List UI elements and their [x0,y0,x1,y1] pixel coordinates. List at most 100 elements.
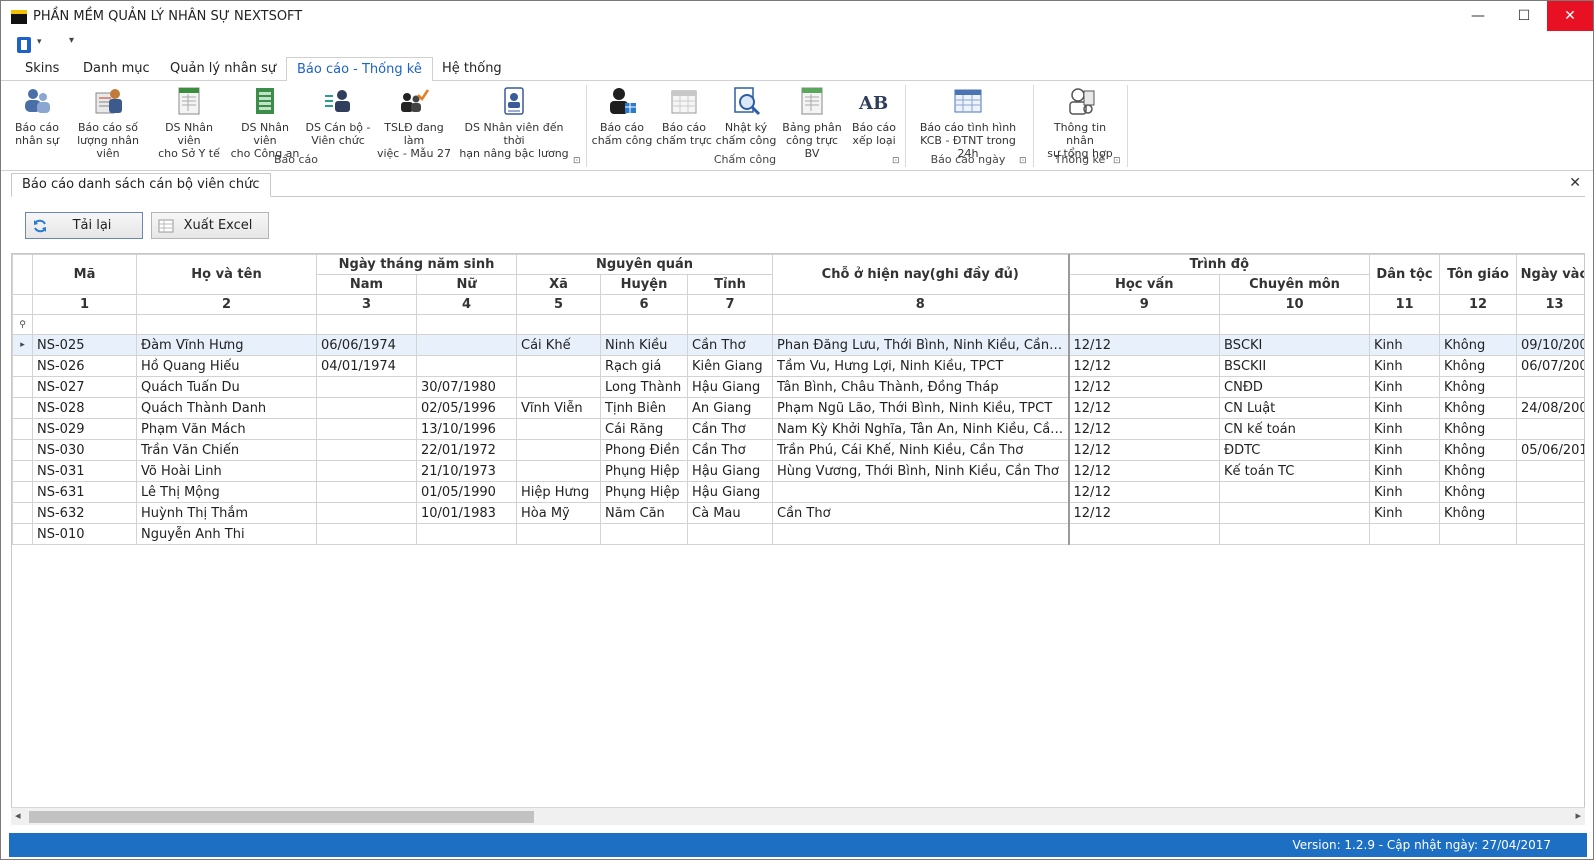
cell-ngayvao[interactable]: 06/07/200 [1516,355,1584,377]
cell-huyen[interactable] [600,523,689,545]
cell-huyen[interactable]: Phụng Hiệp [600,460,689,482]
cell-huyen[interactable]: Phụng Hiệp [600,481,689,503]
cell-tinh[interactable]: Hậu Giang [687,460,774,482]
filter-cell[interactable] [1219,314,1371,335]
cell-nu[interactable] [415,355,518,377]
tab-quan-ly-nhan-su[interactable]: Quản lý nhân sự [160,57,286,81]
row-indicator[interactable] [12,523,33,545]
cell-choo[interactable]: Phan Đăng Lưu, Thới Bình, Ninh Kiều, Cần… [772,334,1070,356]
auto-filter-row[interactable]: ⚲ [12,314,1584,335]
filter-cell[interactable] [415,314,518,335]
group-cham-cong-launcher[interactable]: ⊡ [892,156,900,166]
row-indicator[interactable] [12,439,33,461]
cell-ten[interactable]: Hồ Quang Hiếu [136,355,317,377]
cell-choo[interactable]: Phạm Ngũ Lão, Thới Bình, Ninh Kiều, TPCT [772,397,1070,419]
cell-nam[interactable] [316,481,417,503]
cell-tongiao[interactable]: Không [1439,460,1518,482]
cell-nu[interactable] [415,334,518,356]
cell-tongiao[interactable]: Không [1439,355,1518,377]
cell-tongiao[interactable]: Không [1439,502,1518,524]
cell-chuyenmon[interactable]: CN Luật [1219,397,1371,419]
col-header-ton-giao[interactable]: Tôn giáo [1439,254,1518,295]
filter-cell[interactable] [1067,314,1221,335]
cell-hocvan[interactable]: 12/12 [1067,481,1221,503]
group-bao-cao-ngay-launcher[interactable]: ⊡ [1019,156,1027,166]
col-header-dan-toc[interactable]: Dân tộc [1369,254,1441,295]
filter-cell[interactable] [687,314,774,335]
cell-xa[interactable] [516,418,602,440]
col-header-ngay-vao[interactable]: Ngày vào [1516,254,1584,295]
cell-nu[interactable]: 13/10/1996 [415,418,518,440]
cell-xa[interactable]: Hòa Mỹ [516,502,602,524]
cell-tinh[interactable]: Hậu Giang [687,481,774,503]
cell-nu[interactable] [415,523,518,545]
cell-nu[interactable]: 10/01/1983 [415,502,518,524]
filter-cell[interactable] [136,314,317,335]
cell-choo[interactable]: Tầm Vu, Hưng Lợi, Ninh Kiều, TPCT [772,355,1070,377]
cell-ma[interactable]: NS-028 [32,397,137,419]
cell-hocvan[interactable]: 12/12 [1067,376,1221,398]
cell-tongiao[interactable]: Không [1439,439,1518,461]
cell-nam[interactable] [316,397,417,419]
table-row[interactable]: NS-030 Trần Văn Chiến 22/01/1972 Phong Điền… [12,439,1584,461]
cell-hocvan[interactable] [1067,523,1221,545]
cell-ma[interactable]: NS-030 [32,439,137,461]
cell-xa[interactable]: Vĩnh Viễn [516,397,602,419]
cell-dantoc[interactable]: Kinh [1369,502,1441,524]
cell-ma[interactable]: NS-031 [32,460,137,482]
cell-tinh[interactable]: Cần Thơ [687,418,774,440]
bao-cao-cham-truc-button[interactable]: Báo cáo chấm trực [653,85,715,151]
nhat-ky-cham-cong-button[interactable]: Nhật ký chấm công [715,85,777,151]
tsld-mau-27-button[interactable]: TSLĐ đang làm việc - Mẫu 27 [375,85,453,160]
cell-dantoc[interactable] [1369,523,1441,545]
cell-ngayvao[interactable]: 09/10/200 [1516,334,1584,356]
row-indicator[interactable] [12,397,33,419]
cell-chuyenmon[interactable]: CNĐD [1219,376,1371,398]
cell-dantoc[interactable]: Kinh [1369,460,1441,482]
cell-chuyenmon[interactable]: ĐDTC [1219,439,1371,461]
cell-nu[interactable]: 01/05/1990 [415,481,518,503]
cell-ma[interactable]: NS-026 [32,355,137,377]
cell-tinh[interactable]: An Giang [687,397,774,419]
reload-button[interactable]: Tải lại [25,212,143,239]
maximize-button[interactable]: ☐ [1501,1,1547,31]
ds-nang-bac-luong-button[interactable]: DS Nhân viên đến thời hạn nâng bậc lương [457,85,571,160]
cell-chuyenmon[interactable]: BSCKII [1219,355,1371,377]
filter-cell[interactable] [1369,314,1441,335]
row-indicator[interactable] [12,460,33,482]
cell-nam[interactable] [316,418,417,440]
cell-ngayvao[interactable] [1516,418,1584,440]
col-header-nam[interactable]: Nam [316,274,417,295]
table-row[interactable]: NS-029 Phạm Văn Mách 13/10/1996 Cái Răng Cần… [12,418,1584,440]
col-header-hoc-van[interactable]: Học vấn [1067,274,1221,295]
cell-xa[interactable] [516,460,602,482]
application-menu-dropdown[interactable]: ▾ [37,37,42,47]
filter-cell[interactable] [32,314,137,335]
bang-phan-cong-truc-button[interactable]: Bảng phân công trực BV [777,85,847,160]
close-window-button[interactable]: ✕ [1547,1,1593,31]
cell-chuyenmon[interactable]: BSCKI [1219,334,1371,356]
horizontal-scrollbar[interactable]: ◂ ▸ [11,807,1585,825]
cell-dantoc[interactable]: Kinh [1369,481,1441,503]
cell-choo[interactable] [772,523,1070,545]
cell-chuyenmon[interactable] [1219,523,1371,545]
col-header-ma[interactable]: Mã [32,254,137,295]
cell-huyen[interactable]: Ninh Kiều [600,334,689,356]
cell-hocvan[interactable]: 12/12 [1067,355,1221,377]
ds-nhan-vien-cong-an-button[interactable]: DS Nhân viên cho Công an [229,85,301,160]
cell-ngayvao[interactable] [1516,502,1584,524]
cell-dantoc[interactable]: Kinh [1369,376,1441,398]
cell-ma[interactable]: NS-632 [32,502,137,524]
cell-xa[interactable] [516,439,602,461]
bao-cao-cham-cong-button[interactable]: Báo cáo chấm công [591,85,653,151]
cell-ma[interactable]: NS-010 [32,523,137,545]
cell-ten[interactable]: Quách Tuấn Du [136,376,317,398]
cell-nu[interactable]: 30/07/1980 [415,376,518,398]
cell-choo[interactable]: Trần Phú, Cái Khế, Ninh Kiều, Cần Thơ [772,439,1070,461]
cell-ten[interactable]: Phạm Văn Mách [136,418,317,440]
cell-ngayvao[interactable] [1516,460,1584,482]
scrollbar-thumb[interactable] [29,811,534,823]
tab-danh-muc[interactable]: Danh mục [73,57,160,81]
cell-dantoc[interactable]: Kinh [1369,397,1441,419]
group-thong-ke-launcher[interactable]: ⊡ [1113,156,1121,166]
